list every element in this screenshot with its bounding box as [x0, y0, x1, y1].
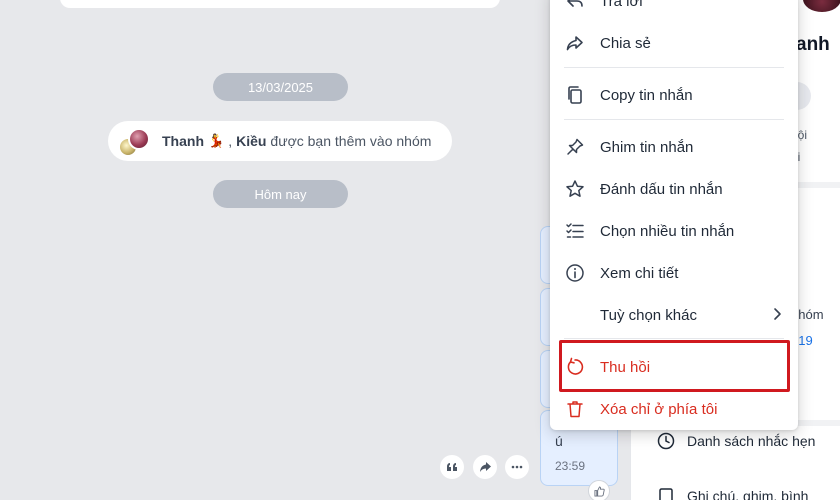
more-icon [511, 465, 523, 469]
note-icon [657, 487, 675, 500]
message-context-menu: Trả lời Chia sẻ Copy tin nhắn Ghim tin n… [550, 0, 798, 430]
message-text: ú [555, 433, 563, 449]
menu-item-details[interactable]: Xem chi tiết [550, 252, 798, 294]
forward-icon [479, 462, 491, 472]
menu-item-label: Xem chi tiết [600, 264, 679, 282]
menu-item-delete-for-me[interactable]: Xóa chỉ ở phía tôi [550, 388, 798, 430]
notes-list-item[interactable]: Ghi chú, ghim, bình [657, 487, 808, 500]
menu-item-label: Copy tin nhắn [600, 86, 693, 104]
system-message-text: được bạn thêm vào nhóm [270, 133, 432, 149]
forward-button[interactable] [473, 455, 497, 479]
menu-item-reply[interactable]: Trả lời [550, 0, 798, 22]
menu-item-label: Chia sẻ [600, 34, 651, 52]
message-time: 23:59 [555, 459, 586, 473]
avatar[interactable] [803, 0, 840, 12]
multi-select-icon [564, 220, 586, 242]
menu-divider [564, 67, 784, 68]
menu-item-more-options[interactable]: Tuỳ chọn khác [550, 294, 798, 336]
menu-item-label: Đánh dấu tin nhắn [600, 180, 723, 198]
trash-icon [564, 398, 586, 420]
menu-item-label: Chọn nhiều tin nhắn [600, 222, 735, 240]
message-bubble[interactable] [60, 0, 500, 8]
quote-button[interactable] [440, 455, 464, 479]
star-icon [564, 178, 586, 200]
recall-icon [564, 356, 586, 378]
member-name[interactable]: Kiều [236, 133, 266, 149]
row-label: Danh sách nhắc hẹn [687, 433, 816, 449]
share-icon [564, 32, 586, 54]
menu-item-mark[interactable]: Đánh dấu tin nhắn [550, 168, 798, 210]
menu-item-share[interactable]: Chia sẻ [550, 22, 798, 64]
menu-item-label: Ghim tin nhắn [600, 138, 694, 156]
system-message: Thanh 💃 , Kiều được bạn thêm vào nhóm [108, 121, 452, 161]
thumbs-up-icon [593, 485, 605, 497]
menu-item-label: Xóa chỉ ở phía tôi [600, 400, 718, 418]
group-name: anh [796, 34, 830, 55]
reply-icon [564, 0, 586, 12]
emoji: 💃 [208, 133, 225, 148]
menu-item-copy[interactable]: Copy tin nhắn [550, 74, 798, 116]
group-avatar [116, 125, 152, 157]
row-label: Ghi chú, ghim, bình [687, 488, 809, 500]
menu-item-label: Trả lời [600, 0, 643, 10]
avatar [128, 128, 150, 150]
menu-item-label: Tuỳ chọn khác [600, 306, 697, 324]
copy-icon [564, 84, 586, 106]
info-icon [564, 262, 586, 284]
menu-divider [564, 119, 784, 120]
menu-item-label: Thu hồi [600, 358, 651, 376]
menu-item-pin[interactable]: Ghim tin nhắn [550, 126, 798, 168]
date-separator: Hôm nay [213, 180, 348, 208]
menu-item-multi-select[interactable]: Chọn nhiều tin nhắn [550, 210, 798, 252]
quote-icon [447, 463, 457, 471]
more-options-button[interactable] [505, 455, 529, 479]
separator: , [228, 133, 233, 149]
menu-divider [564, 338, 784, 339]
menu-item-recall[interactable]: Thu hồi [550, 346, 798, 388]
member-name[interactable]: Thanh [162, 133, 204, 149]
chevron-right-icon [772, 307, 782, 325]
like-reaction-button[interactable] [588, 480, 610, 500]
reminder-list-item[interactable]: Danh sách nhắc hẹn [657, 432, 815, 450]
clock-icon [657, 432, 675, 450]
date-separator: 13/03/2025 [213, 73, 348, 101]
pin-icon [564, 136, 586, 158]
